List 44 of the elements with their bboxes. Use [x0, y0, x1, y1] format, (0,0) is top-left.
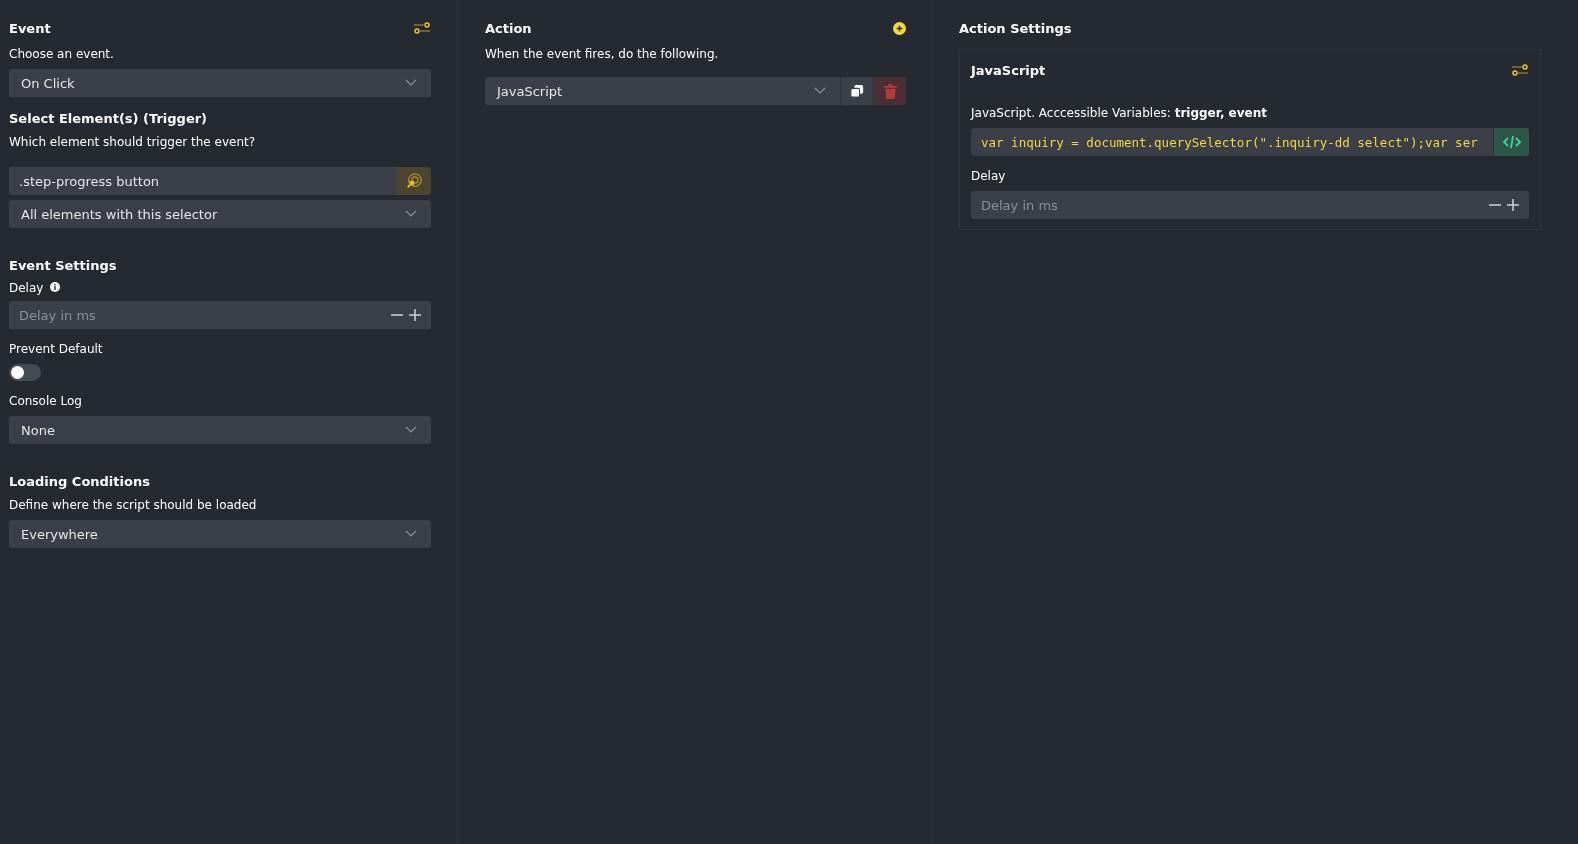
section-title: Event [9, 20, 51, 36]
scope-select[interactable]: All elements with this selector [9, 200, 431, 228]
field-label: Choose an event. [9, 47, 115, 61]
card-title: JavaScript [971, 62, 1046, 78]
chevron-down-icon [405, 426, 417, 434]
toggle-switch[interactable] [9, 364, 41, 381]
loading-select[interactable]: Everywhere [9, 520, 431, 548]
copy-icon [850, 84, 864, 98]
section-title: Select Element(s) (Trigger) [9, 111, 209, 126]
field-label: Define where the script should be loaded [9, 498, 258, 512]
code-field[interactable]: var inquiry = document.querySelector(".inquiry-dd select");var ser [971, 128, 1493, 156]
field-label: Delay [971, 169, 1007, 183]
section-title: Action Settings [959, 20, 1072, 36]
code-icon [1502, 135, 1521, 149]
sliders-icon[interactable] [413, 22, 431, 34]
chevron-down-icon [405, 210, 417, 218]
chevron-down-icon [405, 530, 417, 538]
event-select[interactable]: On Click [9, 69, 431, 97]
add-icon[interactable] [893, 21, 906, 35]
info-icon[interactable] [50, 282, 61, 292]
section-title: Loading Conditions [9, 474, 151, 489]
delay-field[interactable]: Delay in ms [9, 301, 431, 329]
sliders-icon[interactable] [1511, 64, 1529, 76]
field-label: Console Log [9, 394, 83, 408]
chevron-down-icon [405, 79, 417, 87]
console-log-select[interactable]: None [9, 416, 431, 444]
code-label: JavaScript. Acccessible Variables: trigger, event [971, 106, 1268, 120]
plus-icon[interactable] [409, 309, 421, 321]
plus-icon[interactable] [1507, 199, 1519, 211]
action-select[interactable]: JavaScript [485, 77, 840, 105]
field-label: Delay [9, 281, 44, 295]
trash-icon [883, 83, 897, 99]
chevron-down-icon [814, 87, 826, 95]
delay-field[interactable]: Delay in ms [971, 191, 1529, 219]
element-picker-button[interactable] [397, 167, 431, 195]
panel-subtitle: When the event fires, do the following. [485, 47, 720, 61]
field-label: Prevent Default [9, 342, 104, 356]
target-icon [405, 172, 423, 190]
section-title: Action [485, 20, 532, 36]
duplicate-button[interactable] [840, 77, 873, 105]
section-title: Event Settings [9, 258, 118, 273]
selector-field[interactable]: .step-progress button [9, 167, 397, 195]
field-label: Which element should trigger the event? [9, 135, 257, 149]
code-editor-button[interactable] [1493, 128, 1529, 156]
